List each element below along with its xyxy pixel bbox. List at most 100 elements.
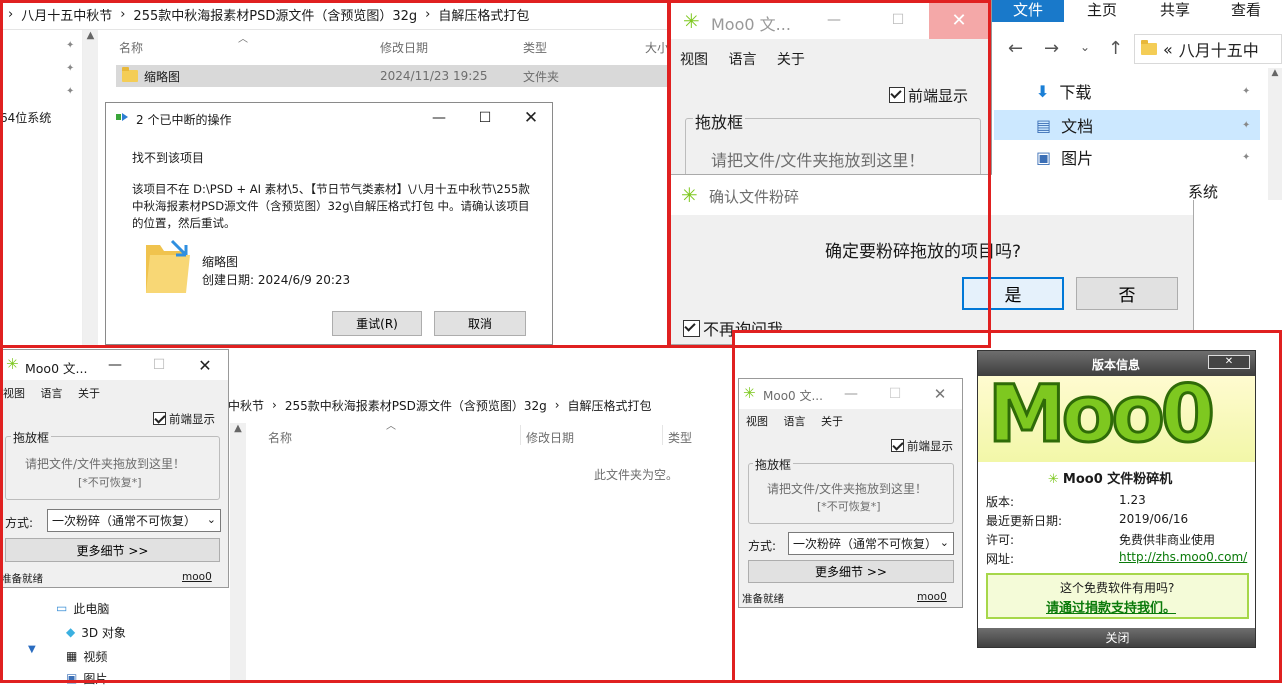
license-label: 许可:	[986, 533, 1015, 547]
maximize-button[interactable]: ☐	[462, 103, 508, 133]
drop-zone-text: 请把文件/文件夹拖放到这里！	[767, 482, 928, 496]
close-button[interactable]: ✕	[508, 103, 552, 133]
nav-item-this-pc[interactable]: ▭ 此电脑	[56, 597, 109, 619]
column-name[interactable]: 名称	[119, 39, 143, 56]
dialog-message: 该项目不在 D:\PSD + AI 素材\5、【节日节气类素材】\八月十五中秋节…	[132, 182, 530, 230]
minimize-button[interactable]: —	[811, 5, 857, 35]
moo0-link[interactable]: moo0	[917, 591, 947, 603]
minimize-button[interactable]: —	[829, 379, 873, 409]
scroll-up-icon[interactable]: ▲	[83, 30, 98, 41]
close-button[interactable]: ✕	[182, 350, 228, 380]
topmost-checkbox[interactable]: 前端显示	[889, 85, 968, 106]
column-modified[interactable]: 修改日期	[526, 429, 574, 446]
moo0-logo-icon: ✳	[743, 384, 756, 402]
minimize-button[interactable]: —	[416, 103, 462, 133]
maximize-button[interactable]: ☐	[137, 350, 181, 380]
url-link[interactable]: http://zhs.moo0.com/	[1119, 550, 1247, 564]
method-value: 一次粉碎（通常不可恢复）	[793, 537, 938, 551]
cancel-button[interactable]: 取消	[434, 311, 526, 336]
column-modified[interactable]: 修改日期	[380, 39, 428, 56]
address-bar[interactable]: › 八月十五中秋节 › 255款中秋海报素材PSD源文件（含预览图）32g › …	[0, 0, 670, 30]
moo0-logo-icon: ✳	[683, 9, 700, 33]
chevron-icon: ›	[554, 398, 560, 412]
column-type[interactable]: 类型	[523, 39, 547, 56]
nav-item-documents[interactable]: ▤ 文档 ✦	[994, 110, 1260, 140]
ribbon-tab-home[interactable]: 主页	[1064, 0, 1140, 22]
maximize-button[interactable]: ☐	[875, 5, 921, 35]
breadcrumb-item[interactable]: 255款中秋海报素材PSD源文件（含预览图）32g	[285, 397, 547, 414]
nav-item-videos[interactable]: ▦ 视频	[66, 645, 107, 667]
back-arrow-icon[interactable]: ←	[1008, 38, 1023, 59]
column-type[interactable]: 类型	[668, 429, 692, 446]
menu-view[interactable]: 视图	[3, 387, 25, 400]
address-bar[interactable]: 中秋节 › 255款中秋海报素材PSD源文件（含预览图）32g › 自解压格式打…	[228, 395, 732, 415]
menu-bar: 视图 语言 关于	[746, 413, 859, 429]
pin-icon[interactable]: ✦	[1242, 86, 1250, 97]
pin-icon[interactable]: ✦	[66, 86, 74, 97]
about-close-button[interactable]: 关闭	[978, 628, 1255, 647]
nav-item-label[interactable]: 系统	[1188, 181, 1218, 202]
donate-box: 这个免费软件有用吗? 请通过捐款支持我们。	[986, 573, 1249, 619]
chevron-down-icon[interactable]: ⌄	[1080, 40, 1090, 54]
nav-item-pictures[interactable]: ▣ 图片	[66, 667, 107, 689]
menu-view[interactable]: 视图	[746, 415, 768, 428]
breadcrumb-item[interactable]: 255款中秋海报素材PSD源文件（含预览图）32g	[133, 5, 417, 24]
yes-button[interactable]: 是	[962, 277, 1064, 310]
close-button[interactable]: ✕	[917, 379, 962, 409]
menu-about[interactable]: 关于	[821, 415, 843, 428]
close-icon[interactable]: ✕	[1208, 355, 1250, 369]
nav-scrollbar[interactable]: ▲	[230, 423, 246, 683]
menu-view[interactable]: 视图	[680, 52, 708, 68]
titlebar: ✳ Moo0 文... — ☐ ✕	[671, 1, 991, 39]
moo0-logo-icon: ✳	[681, 183, 698, 207]
scroll-up-icon[interactable]: ▲	[230, 423, 246, 434]
forward-arrow-icon[interactable]: →	[1044, 38, 1059, 59]
file-row[interactable]: 缩略图 2024/11/23 19:25 文件夹	[116, 65, 670, 87]
pin-icon[interactable]: ✦	[1242, 152, 1250, 163]
breadcrumb-item[interactable]: 八月十五中秋节	[21, 5, 112, 24]
address-field[interactable]: « 八月十五中	[1134, 34, 1282, 64]
nav-item-downloads[interactable]: ⬇ 下载 ✦	[1036, 80, 1258, 103]
column-name[interactable]: 名称	[268, 429, 292, 446]
nav-item-label: 文档	[1061, 117, 1094, 136]
minimize-button[interactable]: —	[93, 350, 137, 380]
menu-about[interactable]: 关于	[777, 52, 805, 68]
column-size[interactable]: 大小	[645, 39, 669, 56]
retry-button[interactable]: 重试(R)	[332, 311, 422, 336]
close-button[interactable]: ✕	[929, 1, 989, 39]
ribbon-tab-file[interactable]: 文件	[992, 0, 1064, 22]
breadcrumb-item[interactable]: 中秋节	[228, 397, 264, 414]
drop-zone-legend: 拖放框	[11, 429, 52, 446]
nav-item-3d-objects[interactable]: ◆ 3D 对象	[66, 621, 126, 643]
moo0-logo-icon: ✳	[6, 355, 19, 373]
chevron-icon: ›	[272, 398, 277, 412]
nav-item-label[interactable]: 64位系统	[0, 109, 51, 126]
no-button[interactable]: 否	[1076, 277, 1178, 310]
method-select[interactable]: 一次粉碎（通常不可恢复） ⌄	[47, 509, 221, 532]
menu-language[interactable]: 语言	[728, 52, 756, 68]
breadcrumb-item[interactable]: 自解压格式打包	[568, 397, 652, 414]
donate-link[interactable]: 请通过捐款支持我们。	[1046, 597, 1176, 616]
menu-about[interactable]: 关于	[78, 387, 100, 400]
nav-item-pictures[interactable]: ▣ 图片 ✦	[1036, 146, 1258, 169]
ribbon-tab-share[interactable]: 共享	[1140, 0, 1210, 22]
method-select[interactable]: 一次粉碎（通常不可恢复） ⌄	[788, 532, 954, 555]
menu-language[interactable]: 语言	[41, 387, 63, 400]
pin-icon[interactable]: ✦	[1242, 120, 1250, 131]
breadcrumb-item[interactable]: 自解压格式打包	[438, 5, 529, 24]
pin-icon[interactable]: ✦	[66, 40, 74, 51]
expand-arrow-icon[interactable]: ▼	[28, 644, 36, 655]
menu-language[interactable]: 语言	[784, 415, 806, 428]
moo0-link[interactable]: moo0	[182, 571, 212, 583]
maximize-button[interactable]: ☐	[873, 379, 917, 409]
nav-scrollbar[interactable]: ▲	[1268, 68, 1282, 200]
nav-scrollbar[interactable]: ▲	[82, 30, 98, 345]
more-details-button[interactable]: 更多细节 >>	[5, 538, 220, 562]
pin-icon[interactable]: ✦	[66, 63, 74, 74]
more-details-button[interactable]: 更多细节 >>	[748, 560, 954, 583]
ribbon-tab-view[interactable]: 查看	[1210, 0, 1282, 22]
scroll-up-icon[interactable]: ▲	[1268, 68, 1282, 78]
topmost-checkbox[interactable]: 前端显示	[891, 438, 953, 454]
up-arrow-icon[interactable]: ↑	[1108, 38, 1123, 59]
topmost-checkbox[interactable]: 前端显示	[153, 411, 215, 427]
